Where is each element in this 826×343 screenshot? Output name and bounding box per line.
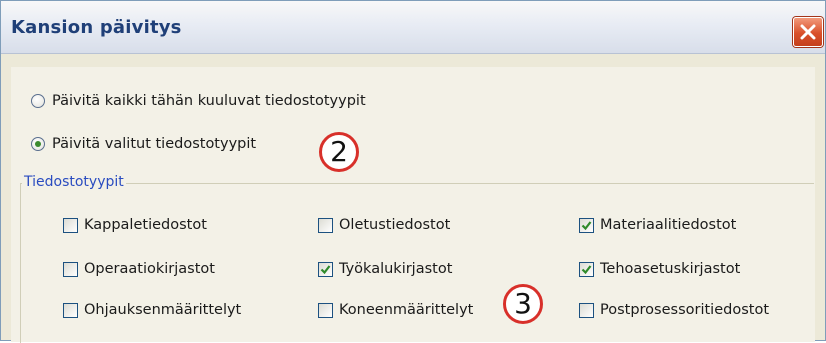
window-title: Kansion päivitys [11, 17, 182, 38]
checkbox-label: Työkalukirjastot [339, 261, 453, 277]
check-icon [320, 264, 331, 274]
step-badge-2: 2 [319, 132, 359, 172]
checkbox-item[interactable]: Ohjauksenmäärittelyt [63, 299, 241, 321]
radio-label: Päivitä kaikki tähän kuuluvat tiedostoty… [52, 93, 366, 109]
checkbox-item[interactable]: Työkalukirjastot [318, 258, 452, 280]
checkbox[interactable] [579, 302, 594, 318]
checkbox[interactable] [63, 217, 78, 233]
checkbox-label: Kappaletiedostot [84, 217, 207, 233]
checkbox-item[interactable]: Koneenmäärittelyt [318, 299, 473, 321]
radio-update-all[interactable]: Päivitä kaikki tähän kuuluvat tiedostoty… [31, 90, 366, 112]
checkbox-label: Oletustiedostot [339, 217, 451, 233]
checkbox-item[interactable]: Oletustiedostot [318, 214, 450, 236]
step-badge-3: 3 [503, 284, 543, 324]
checkbox[interactable] [579, 261, 594, 277]
checkbox-label: Ohjauksenmäärittelyt [84, 302, 242, 318]
checkbox[interactable] [318, 217, 333, 233]
checkbox[interactable] [579, 217, 594, 233]
checkbox-item[interactable]: Postprosessoritiedostot [579, 299, 769, 321]
checkbox-label: Operaatiokirjastot [84, 261, 215, 277]
group-label: Tiedostotyypit [22, 174, 126, 190]
dialog-window: Kansion päivitys Päivitä kaikki tähän ku… [0, 0, 826, 343]
check-icon [581, 220, 592, 230]
checkbox-item[interactable]: Tehoasetuskirjastot [579, 258, 740, 280]
checkbox-item[interactable]: Kappaletiedostot [63, 214, 207, 236]
checkbox[interactable] [63, 302, 78, 318]
check-icon [581, 264, 592, 274]
close-icon [800, 24, 816, 40]
radio-button[interactable] [31, 137, 45, 151]
checkbox-label: Tehoasetuskirjastot [600, 261, 741, 277]
checkbox-label: Koneenmäärittelyt [339, 302, 474, 318]
close-button[interactable] [793, 17, 823, 47]
checkbox-label: Postprosessoritiedostot [600, 302, 770, 318]
radio-label: Päivitä valitut tiedostotyypit [52, 136, 257, 152]
checkbox-item[interactable]: Materiaalitiedostot [579, 214, 736, 236]
title-bar[interactable]: Kansion päivitys [1, 1, 825, 54]
checkbox[interactable] [318, 261, 333, 277]
radio-update-selected[interactable]: Päivitä valitut tiedostotyypit [31, 133, 256, 155]
checkbox-label: Materiaalitiedostot [600, 217, 737, 233]
checkbox[interactable] [63, 261, 78, 277]
checkbox[interactable] [318, 302, 333, 318]
checkbox-item[interactable]: Operaatiokirjastot [63, 258, 215, 280]
radio-button[interactable] [31, 94, 45, 108]
